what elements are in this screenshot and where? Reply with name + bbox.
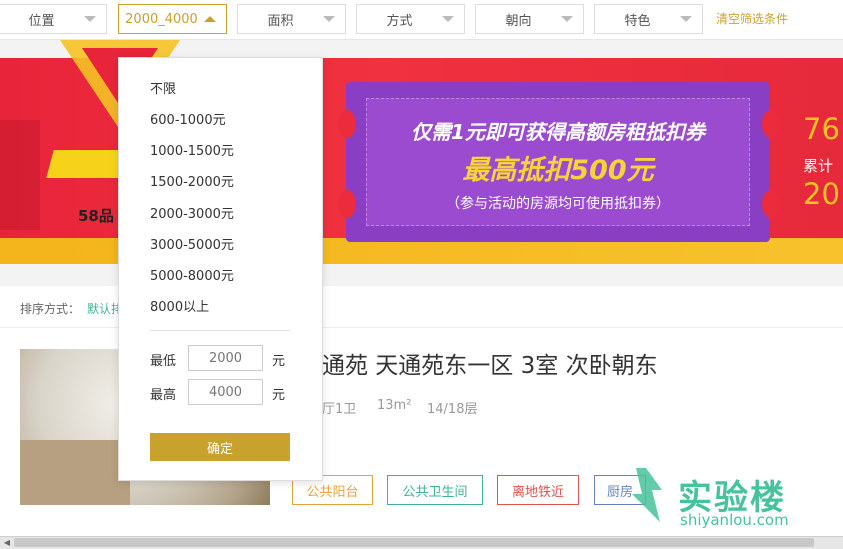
listing-tag: 离地铁近 <box>497 475 579 505</box>
shiyanlou-logo-icon <box>632 468 662 522</box>
price-option-any[interactable]: 不限 <box>150 78 176 97</box>
chevron-down-icon <box>323 16 335 22</box>
filter-features-label: 特色 <box>624 13 651 29</box>
chevron-down-icon <box>442 16 454 22</box>
banner-stat-label: 累计 <box>803 157 834 175</box>
filter-area-label: 面积 <box>267 13 294 29</box>
price-option-1000-1500[interactable]: 1000-1500元 <box>150 140 234 159</box>
filter-location[interactable]: 位置 <box>0 4 107 34</box>
min-price-input[interactable] <box>188 345 263 371</box>
scroll-left-arrow-icon[interactable]: ◀ <box>2 537 12 548</box>
clear-filters-link[interactable]: 清空筛选条件 <box>716 10 788 27</box>
listing-floor: 14/18层 <box>427 402 478 417</box>
price-option-3000-5000[interactable]: 3000-5000元 <box>150 234 234 253</box>
banner-offer: 最高抵扣500元 <box>462 155 654 186</box>
watermark-en: shiyanlou.com <box>680 511 789 529</box>
filter-method[interactable]: 方式 <box>356 4 465 34</box>
listing-area-size: 13m² <box>377 398 412 413</box>
min-price-unit: 元 <box>272 354 286 369</box>
max-price-label: 最高 <box>150 388 177 403</box>
max-price-input[interactable] <box>188 379 263 405</box>
sort-label: 排序方式： <box>20 302 81 316</box>
listing-photo-furniture <box>20 440 130 505</box>
filter-price-label: 2000_4000 <box>125 11 198 27</box>
listing-layout: 厅1卫 <box>322 402 357 417</box>
price-option-8000-plus[interactable]: 8000以上 <box>150 296 209 315</box>
price-option-2000-3000[interactable]: 2000-3000元 <box>150 203 234 222</box>
min-price-label: 最低 <box>150 354 177 369</box>
confirm-button[interactable]: 确定 <box>150 433 290 461</box>
price-option-1500-2000[interactable]: 1500-2000元 <box>150 171 234 190</box>
filter-features[interactable]: 特色 <box>594 4 703 34</box>
city-silhouette <box>0 120 40 230</box>
max-price-unit: 元 <box>272 388 286 403</box>
price-option-600-1000[interactable]: 600-1000元 <box>150 109 226 128</box>
filter-orientation-label: 朝向 <box>505 13 532 29</box>
price-option-5000-8000[interactable]: 5000-8000元 <box>150 265 234 284</box>
chevron-down-icon <box>84 16 96 22</box>
filter-orientation[interactable]: 朝向 <box>475 4 584 34</box>
chevron-up-icon <box>204 16 216 22</box>
scrollbar-thumb[interactable] <box>14 538 814 547</box>
banner-headline: 仅需1元即可获得高额房租抵扣券 <box>411 120 705 144</box>
chevron-down-icon <box>561 16 573 22</box>
banner-stat-bottom: 20 <box>803 177 840 211</box>
banner-tag-text: 58品 <box>78 207 114 225</box>
dropdown-divider <box>150 330 290 331</box>
listing-title[interactable]: 通苑 天通苑东一区 3室 次卧朝东 <box>322 346 658 380</box>
banner-note: （参与活动的房源均可使用抵扣券） <box>446 196 670 212</box>
filter-area[interactable]: 面积 <box>237 4 346 34</box>
banner-stat-top: 76 <box>803 112 840 146</box>
chevron-down-icon <box>680 16 692 22</box>
filter-price[interactable]: 2000_4000 <box>118 4 227 34</box>
listing-tag: 公共卫生间 <box>387 475 483 505</box>
filter-location-label: 位置 <box>28 13 55 29</box>
filter-method-label: 方式 <box>386 13 413 29</box>
